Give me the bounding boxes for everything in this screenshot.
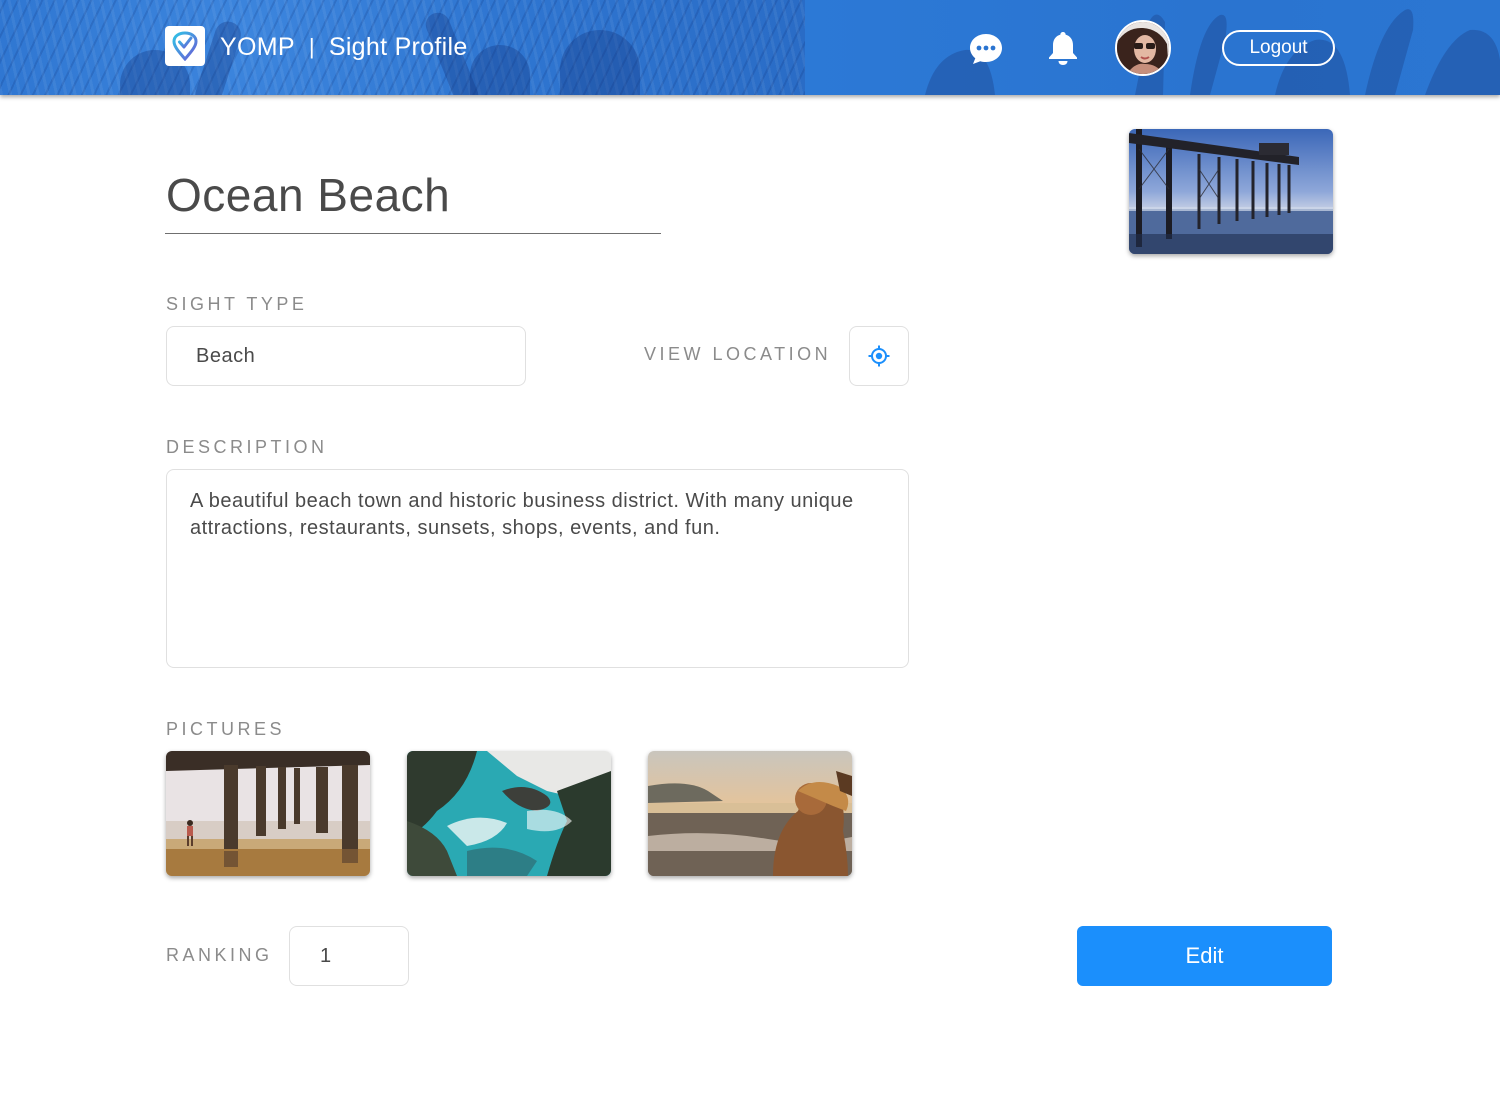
description-textarea[interactable]: A beautiful beach town and historic busi… [166,469,909,668]
chat-bubble-icon [970,34,1002,64]
picture-thumbnail[interactable] [166,751,370,876]
page-name: Sight Profile [328,32,468,61]
yomp-logo-icon [172,31,198,61]
edit-button[interactable]: Edit [1077,926,1332,986]
title-separator: | [308,34,315,59]
ranking-label: RANKING [166,945,273,965]
view-location-button[interactable] [849,326,909,386]
location-target-icon [868,345,890,367]
pictures-label: PICTURES [166,719,286,739]
sight-type-label: SIGHT TYPE [166,294,308,314]
yomp-logo[interactable] [165,26,205,66]
description-label: DESCRIPTION [166,437,328,457]
sight-cover-image[interactable] [1129,129,1333,254]
sight-title[interactable]: Ocean Beach [165,168,661,234]
app-title: YOMP | Sight Profile [220,30,468,64]
app-name: YOMP [220,32,295,61]
view-location-label: VIEW LOCATION [644,344,832,364]
notifications-button[interactable] [1046,30,1080,66]
avatar[interactable] [1115,20,1171,76]
ranking-input[interactable] [289,926,409,986]
bell-icon [1049,32,1077,65]
sight-type-input[interactable] [166,326,526,386]
logout-button[interactable]: Logout [1222,30,1335,66]
chat-button[interactable] [968,31,1004,67]
picture-thumbnail[interactable] [648,751,852,876]
top-header: YOMP | Sight Profile Logout [0,0,1500,95]
picture-thumbnail[interactable] [407,751,611,876]
